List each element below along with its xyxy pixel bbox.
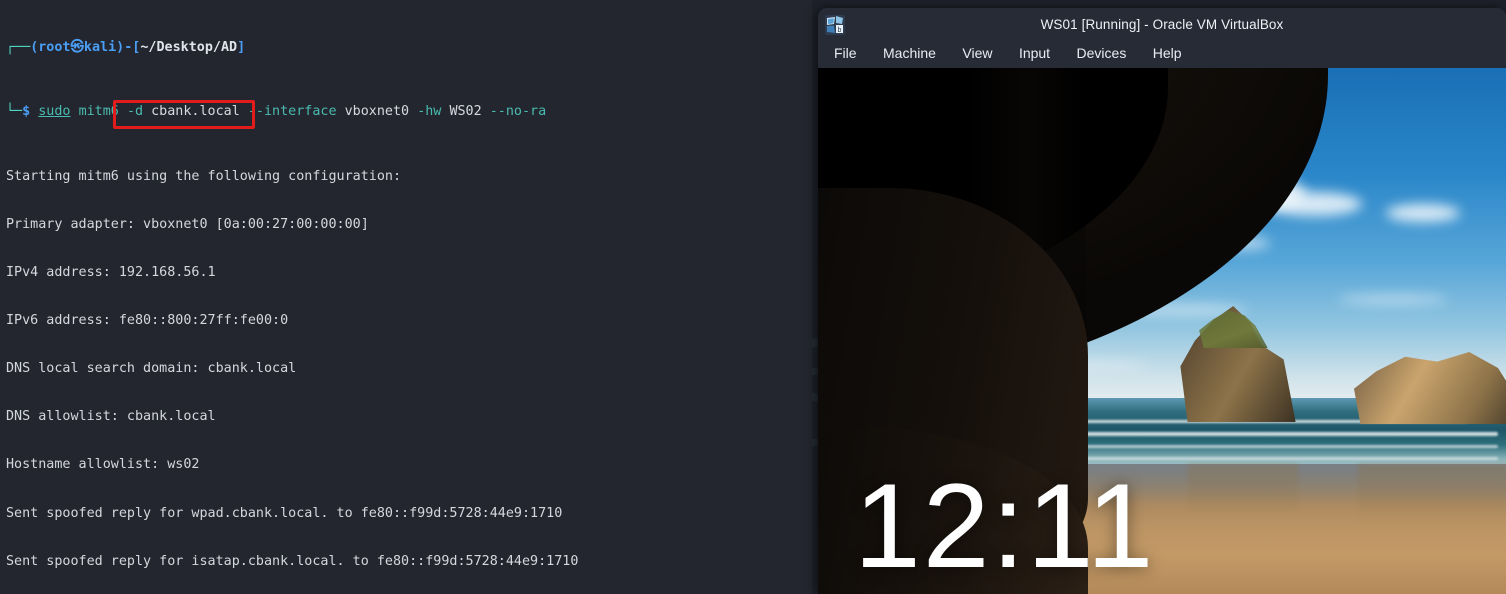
terminal-output[interactable]: ┌──(root㉿kali)-[~/Desktop/AD] └─$ sudo m… (0, 0, 812, 594)
prompt-path: ~/Desktop/AD (140, 40, 238, 56)
command-sudo: sudo (38, 104, 71, 120)
virtualbox-window[interactable]: b WS01 [Running] - Oracle VM VirtualBox … (818, 8, 1506, 594)
command-flag-hw: -hw (417, 104, 442, 120)
virtualbox-titlebar[interactable]: b WS01 [Running] - Oracle VM VirtualBox (818, 8, 1506, 42)
screen-root: $ Home Methodolog… web Methdology WinDev… (0, 0, 1506, 594)
terminal-line: Sent spoofed reply for wpad.cbank.local.… (6, 505, 563, 521)
sp (482, 104, 490, 119)
terminal-prompt-line-2: └─$ sudo mitm6 -d cbank.local --interfac… (6, 104, 806, 120)
terminal-line-dns-allowlist: DNS allowlist: cbank.local (6, 409, 216, 425)
terminal-line: DNS local search domain: cbank.local (6, 361, 297, 377)
sp (240, 104, 248, 119)
prompt-close-bracket: ] (237, 40, 246, 56)
sp (71, 104, 79, 119)
terminal-line: Primary adapter: vboxnet0 [0a:00:27:00:0… (6, 216, 369, 232)
cloud (1338, 294, 1448, 305)
terminal-line: IPv6 address: fe80::800:27ff:fe00:0 (6, 312, 289, 328)
command-flag-nora: --no-ra (489, 104, 547, 120)
menu-item-file[interactable]: File (834, 42, 868, 64)
menu-item-machine[interactable]: Machine (883, 42, 947, 64)
command-interface: vboxnet0 (344, 104, 410, 120)
vm-guest-screen[interactable]: 12:11 (818, 68, 1506, 594)
prompt-corner-bottom: └─ (6, 104, 23, 120)
virtualbox-window-title: WS01 [Running] - Oracle VM VirtualBox (1040, 17, 1284, 32)
command-hostname: WS02 (449, 104, 482, 120)
stack-reflection (1358, 464, 1506, 520)
menu-item-view[interactable]: View (962, 42, 1003, 64)
sp (409, 104, 417, 119)
prompt-user-host: root㉿kali (38, 40, 117, 56)
sp (337, 104, 345, 119)
prompt-dollar: $ (22, 104, 31, 120)
command-domain: cbank.local (151, 104, 240, 120)
terminal-window[interactable]: ┌──(root㉿kali)-[~/Desktop/AD] └─$ sudo m… (0, 0, 812, 594)
prompt-close-paren: )-[ (116, 40, 141, 56)
command-flag-interface: --interface (247, 104, 337, 120)
prompt-corner-top: ┌── (6, 40, 31, 56)
command-program: mitm6 (78, 104, 119, 120)
command-flag-d: -d (126, 104, 144, 120)
terminal-line: IPv4 address: 192.168.56.1 (6, 264, 216, 280)
virtualbox-menubar[interactable]: File Machine View Input Devices Help (818, 42, 1506, 68)
terminal-line: Hostname allowlist: ws02 (6, 457, 200, 473)
sp (143, 104, 151, 119)
menu-item-input[interactable]: Input (1019, 42, 1061, 64)
terminal-line: Starting mitm6 using the following confi… (6, 168, 402, 184)
terminal-prompt-line-1: ┌──(root㉿kali)-[~/Desktop/AD] (6, 40, 806, 56)
stack-reflection (1188, 464, 1298, 516)
terminal-line: Sent spoofed reply for isatap.cbank.loca… (6, 553, 579, 569)
lockscreen-clock: 12:11 (854, 459, 1156, 593)
cloud (1386, 204, 1460, 222)
menu-item-help[interactable]: Help (1153, 42, 1193, 64)
sp (119, 104, 127, 119)
menu-item-devices[interactable]: Devices (1077, 42, 1138, 64)
